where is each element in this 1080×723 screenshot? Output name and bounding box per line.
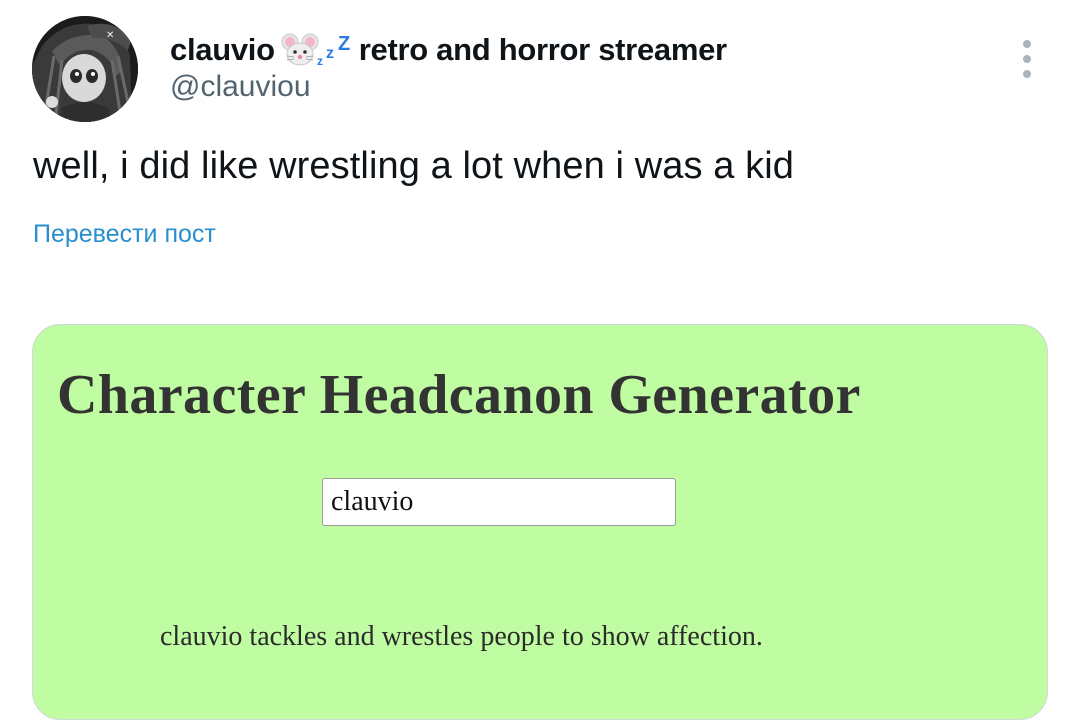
more-options-dot-icon [1023,55,1031,63]
tweet-media-image[interactable]: Character Headcanon Generator clauvio ta… [32,324,1048,720]
svg-text:Z: Z [338,33,350,55]
generator-title: Character Headcanon Generator [57,364,861,426]
svg-text:z: z [317,54,323,67]
svg-text:✕: ✕ [106,30,114,41]
author-avatar[interactable]: ✕ [32,16,138,122]
generator-result-text: clauvio tackles and wrestles people to s… [160,621,763,652]
more-options-button[interactable] [1012,36,1042,82]
generator-name-input[interactable] [322,478,676,526]
zzz-icon: z z Z [317,33,355,68]
author-display-name[interactable]: clauvio [170,32,275,68]
author-handle[interactable]: @clauviou [170,70,311,104]
author-name-suffix[interactable]: retro and horror streamer [359,32,727,68]
more-options-dot-icon [1023,40,1031,48]
translate-post-link[interactable]: Перевести пост [33,220,216,249]
tweet-text: well, i did like wrestling a lot when i … [33,145,795,187]
svg-text:z: z [326,45,334,62]
author-name-row[interactable]: clauvio z z Z retro and horror streamer [170,30,727,70]
mouse-face-icon [281,32,319,68]
avatar-image: ✕ [32,16,138,122]
more-options-dot-icon [1023,70,1031,78]
